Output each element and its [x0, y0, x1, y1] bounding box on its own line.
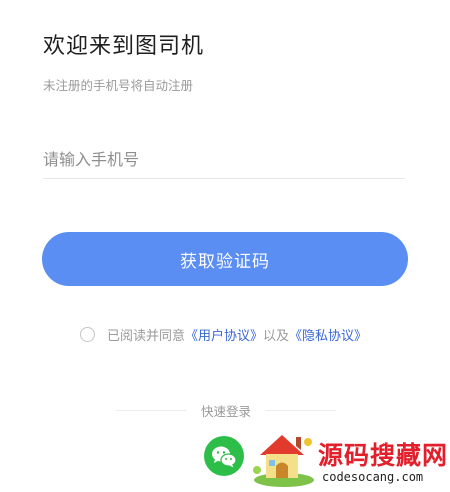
- page-subtitle: 未注册的手机号将自动注册: [43, 78, 194, 93]
- watermark-url: codesocang.com: [322, 470, 424, 484]
- quick-login-divider: 快速登录: [116, 402, 337, 419]
- agreement-radio[interactable]: [80, 326, 95, 342]
- divider-line-left: [116, 409, 187, 411]
- get-code-button[interactable]: 获取验证码: [42, 232, 408, 286]
- wechat-icon: [212, 446, 237, 468]
- page-title: 欢迎来到图司机: [43, 34, 205, 59]
- phone-input[interactable]: [43, 140, 405, 179]
- agreement-connector: 以及: [263, 328, 290, 344]
- wechat-login-button[interactable]: [204, 436, 244, 476]
- quick-login-label: 快速登录: [201, 403, 252, 419]
- divider-line-right: [265, 409, 337, 411]
- user-agreement-link[interactable]: 《用户协议》: [185, 325, 263, 344]
- privacy-policy-link[interactable]: 《隐私协议》: [289, 325, 367, 344]
- watermark-title: 源码搜藏网: [318, 441, 449, 470]
- agreement-prefix: 已阅读并同意: [107, 328, 186, 344]
- agreement-row: 已阅读并同意 《用户协议》 以及 《隐私协议》: [80, 324, 367, 344]
- watermark-house-icon: [253, 435, 314, 487]
